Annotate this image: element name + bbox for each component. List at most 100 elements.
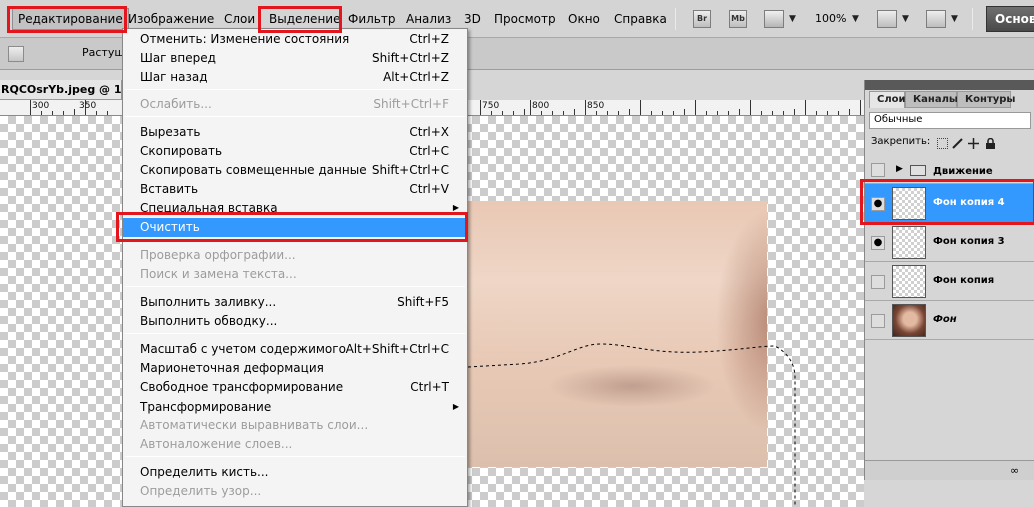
menu-item-label: Проверка орфографии... bbox=[140, 248, 296, 262]
menu-item-content-aware-scale[interactable]: Масштаб с учетом содержимого Alt+Shift+Ct… bbox=[123, 340, 467, 359]
lock-move-icon[interactable] bbox=[968, 138, 979, 149]
view-extras-icon[interactable] bbox=[764, 10, 784, 28]
layer-group-row[interactable]: ▶ Движение bbox=[865, 158, 1034, 184]
menu-item-paste[interactable]: Вставить Ctrl+V bbox=[123, 180, 467, 199]
menu-item-copy[interactable]: Скопировать Ctrl+C bbox=[123, 142, 467, 161]
menu-item-auto-align[interactable]: Автоматически выравнивать слои... bbox=[123, 416, 467, 435]
menu-item-shortcut: Shift+F5 bbox=[397, 295, 449, 309]
menu-window[interactable]: Окно bbox=[568, 12, 600, 26]
link-layers-icon[interactable]: ∞ bbox=[1010, 464, 1019, 477]
menu-item-clear[interactable]: Очистить bbox=[123, 218, 467, 237]
visibility-toggle[interactable] bbox=[871, 275, 885, 289]
layer-row[interactable]: Фон копия bbox=[865, 262, 1034, 301]
menu-item-step-backward[interactable]: Шаг назад Alt+Ctrl+Z bbox=[123, 68, 467, 87]
menu-item-auto-blend[interactable]: Автоналожение слоев... bbox=[123, 435, 467, 454]
menu-item-undo[interactable]: Отменить: Изменение состояния Ctrl+Z bbox=[123, 30, 467, 49]
menu-item-label: Выполнить обводку... bbox=[140, 314, 278, 328]
submenu-arrow-icon: ▶ bbox=[452, 203, 459, 212]
layer-thumbnail bbox=[892, 304, 926, 337]
menu-separator bbox=[125, 286, 465, 287]
menu-item-label: Марионеточная деформация bbox=[140, 361, 324, 375]
arrange-documents-icon[interactable] bbox=[877, 10, 897, 28]
layer-thumbnail bbox=[892, 226, 926, 259]
triangle-right-icon[interactable]: ▶ bbox=[896, 164, 903, 174]
menu-separator bbox=[125, 239, 465, 240]
menu-item-define-pattern[interactable]: Определить узор... bbox=[123, 482, 467, 501]
menu-view[interactable]: Просмотр bbox=[494, 12, 556, 26]
menu-item-shortcut: Alt+Ctrl+Z bbox=[383, 70, 449, 84]
ruler-label: 800 bbox=[532, 101, 550, 111]
menu-separator bbox=[125, 333, 465, 334]
tab-layers[interactable]: Слои bbox=[869, 91, 906, 108]
menu-item-spelling[interactable]: Проверка орфографии... bbox=[123, 246, 467, 265]
menu-edit[interactable]: Редактирование bbox=[12, 8, 129, 30]
chevron-down-icon[interactable]: ▼ bbox=[902, 14, 909, 24]
menu-item-label: Автоматически выравнивать слои... bbox=[140, 418, 369, 432]
menu-item-copy-merged[interactable]: Скопировать совмещенные данные Shift+Ctrl… bbox=[123, 161, 467, 180]
menu-item-label: Шаг вперед bbox=[140, 51, 216, 65]
blend-mode-select[interactable]: Обычные bbox=[869, 112, 1031, 129]
menu-item-label: Определить узор... bbox=[140, 484, 262, 498]
visibility-toggle[interactable] bbox=[871, 314, 885, 328]
layer-name: Фон копия bbox=[933, 275, 995, 286]
layer-name: Движение bbox=[933, 166, 993, 177]
menu-separator bbox=[125, 456, 465, 457]
screen-mode-icon[interactable] bbox=[926, 10, 946, 28]
chevron-down-icon[interactable]: ▼ bbox=[951, 14, 958, 24]
menu-item-fade[interactable]: Ослабить... Shift+Ctrl+F bbox=[123, 95, 467, 114]
menu-item-shortcut: Ctrl+Z bbox=[409, 32, 449, 46]
panel-header[interactable] bbox=[865, 80, 1034, 90]
tab-channels[interactable]: Каналы bbox=[905, 91, 958, 108]
menu-item-define-brush[interactable]: Определить кисть... bbox=[123, 463, 467, 482]
lock-all-icon[interactable] bbox=[985, 137, 996, 149]
layer-thumbnail bbox=[892, 187, 926, 220]
menu-item-puppet-warp[interactable]: Марионеточная деформация bbox=[123, 359, 467, 378]
menu-item-paste-special[interactable]: Специальная вставка ▶ bbox=[123, 199, 467, 218]
chevron-down-icon[interactable]: ▼ bbox=[852, 14, 859, 24]
menu-item-label: Очистить bbox=[140, 220, 200, 234]
menubar-separator bbox=[972, 8, 973, 30]
visibility-toggle[interactable] bbox=[871, 163, 885, 177]
zoom-level[interactable]: 100% bbox=[815, 12, 846, 25]
layer-thumbnail bbox=[892, 265, 926, 298]
menu-3d[interactable]: 3D bbox=[464, 12, 481, 26]
chevron-down-icon[interactable]: ▼ bbox=[789, 14, 796, 24]
layer-row[interactable]: Фон bbox=[865, 301, 1034, 340]
workspace-button[interactable]: Основн bbox=[986, 6, 1034, 32]
menu-item-label: Свободное трансформирование bbox=[140, 380, 344, 394]
menu-item-label: Шаг назад bbox=[140, 70, 208, 84]
menu-item-shortcut: Shift+Ctrl+Z bbox=[372, 51, 449, 65]
layer-row[interactable]: ● Фон копия 3 bbox=[865, 223, 1034, 262]
menu-item-cut[interactable]: Вырезать Ctrl+X bbox=[123, 123, 467, 142]
menu-item-stroke[interactable]: Выполнить обводку... bbox=[123, 312, 467, 331]
menu-item-label: Скопировать bbox=[140, 144, 223, 158]
menu-filter[interactable]: Фильтр bbox=[348, 12, 395, 26]
menu-help[interactable]: Справка bbox=[614, 12, 667, 26]
menu-image[interactable]: Изображение bbox=[128, 12, 214, 26]
menu-item-fill[interactable]: Выполнить заливку... Shift+F5 bbox=[123, 293, 467, 312]
menu-item-step-forward[interactable]: Шаг вперед Shift+Ctrl+Z bbox=[123, 49, 467, 68]
lock-brush-icon[interactable] bbox=[952, 138, 963, 149]
menu-item-label: Специальная вставка bbox=[140, 201, 278, 215]
bridge-button[interactable]: Br bbox=[693, 10, 711, 28]
menu-select[interactable]: Выделение bbox=[269, 12, 340, 26]
layer-name: Фон копия 4 bbox=[933, 197, 1005, 208]
mini-bridge-button[interactable]: Mb bbox=[729, 10, 747, 28]
lock-transparency-icon[interactable] bbox=[937, 138, 948, 149]
menu-item-free-transform[interactable]: Свободное трансформирование Ctrl+T bbox=[123, 378, 467, 397]
layer-row[interactable]: ● Фон копия 4 bbox=[865, 184, 1034, 223]
document-tab[interactable]: RQCOsrYb.jpeg @ 100% bbox=[0, 80, 122, 100]
tab-paths[interactable]: Контуры bbox=[957, 91, 1015, 108]
menu-item-label: Выполнить заливку... bbox=[140, 295, 277, 309]
menu-analysis[interactable]: Анализ bbox=[406, 12, 451, 26]
eye-icon[interactable]: ● bbox=[871, 236, 885, 250]
menu-item-label: Поиск и замена текста... bbox=[140, 267, 297, 281]
folder-icon bbox=[910, 165, 926, 176]
new-selection-icon[interactable] bbox=[8, 46, 24, 62]
ruler-label: 350 bbox=[79, 101, 97, 111]
menu-item-transform[interactable]: Трансформирование ▶ bbox=[123, 398, 467, 417]
eye-icon[interactable]: ● bbox=[871, 197, 885, 211]
menu-item-find-replace[interactable]: Поиск и замена текста... bbox=[123, 265, 467, 284]
menu-layers[interactable]: Слои bbox=[224, 12, 255, 26]
menu-item-label: Автоналожение слоев... bbox=[140, 437, 293, 451]
